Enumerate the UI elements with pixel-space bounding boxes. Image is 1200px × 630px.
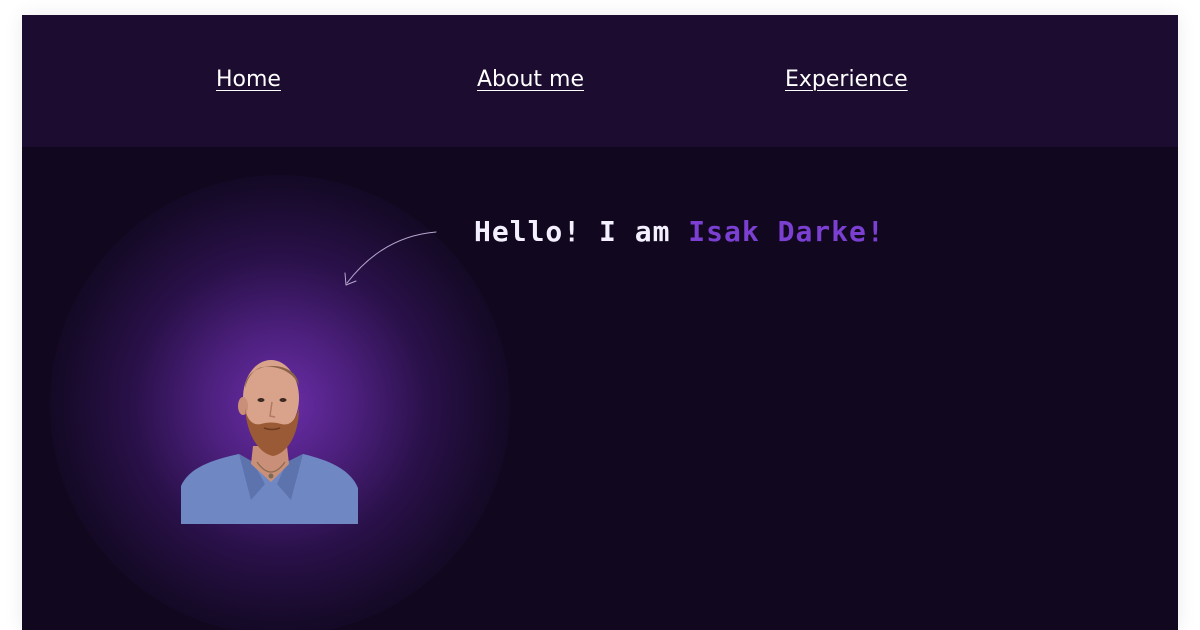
greeting-prefix: Hello! I am bbox=[474, 215, 689, 248]
page-frame: Home About me Experience Hello! I am Isa… bbox=[22, 15, 1178, 630]
greeting-name: Isak Darke! bbox=[688, 215, 885, 248]
nav-link-experience[interactable]: Experience bbox=[785, 67, 908, 92]
profile-photo bbox=[181, 360, 358, 524]
top-navbar: Home About me Experience bbox=[22, 15, 1178, 147]
nav-link-home[interactable]: Home bbox=[216, 67, 281, 92]
hero-greeting: Hello! I am Isak Darke! bbox=[474, 215, 885, 248]
nav-link-about-me[interactable]: About me bbox=[477, 67, 584, 92]
curved-arrow-icon bbox=[344, 231, 437, 286]
hero-section: Hello! I am Isak Darke! bbox=[22, 147, 1178, 630]
